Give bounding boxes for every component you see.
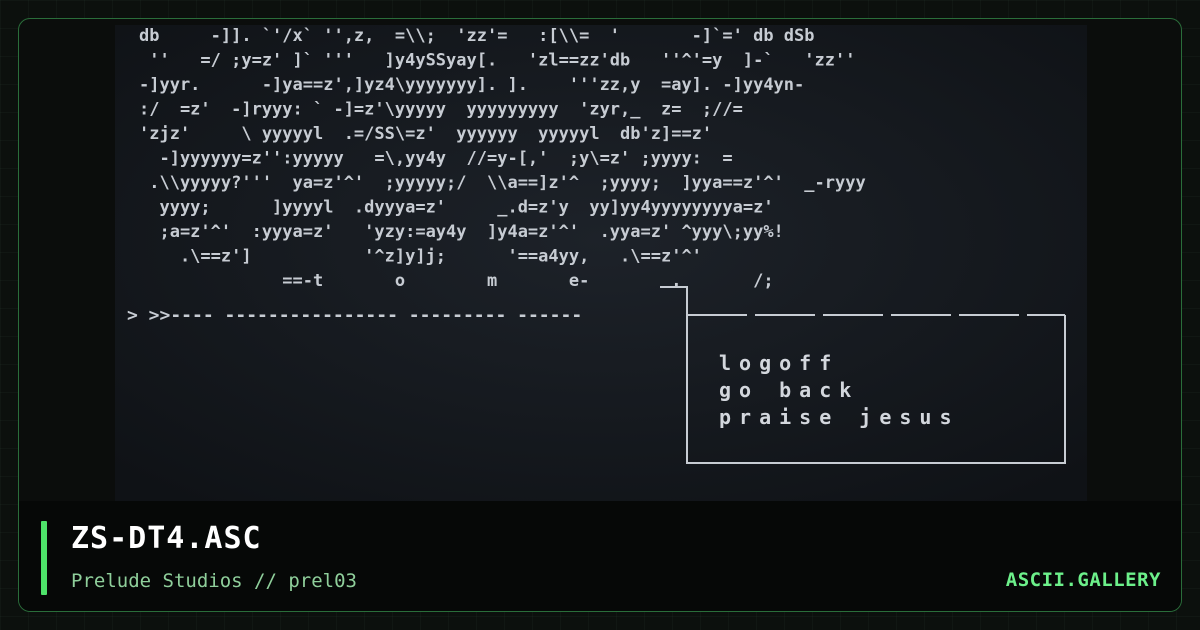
ascii-canvas: db -]]. `'/x` '',z, =\\; 'zz'= :[\\= ' -… [115, 25, 1087, 501]
prompt-line: > >>---- ---------------- --------- ----… [127, 305, 582, 326]
artwork-title: ZS-DT4.ASC [71, 521, 262, 556]
ascii-line: -]yyr. -]ya==z',]yz4\yyyyyyy]. ]. '''zz,… [139, 75, 804, 95]
accent-bar [41, 521, 47, 595]
ascii-line: db -]]. `'/x` '',z, =\\; 'zz'= :[\\= ' -… [139, 26, 815, 46]
ascii-line: yyyy; ]yyyyl .dyyya=z' _.d=z'y yy]yy4yyy… [139, 198, 774, 218]
ascii-line: 'zjz' \ yyyyyl .=/SS\=z' yyyyyy yyyyyl d… [139, 124, 712, 144]
ascii-line: '' =/ ;y=z' ]` ''' ]y4ySSyay[. 'zl==zz'd… [139, 51, 855, 71]
menu-item-logoff[interactable]: logoff [719, 351, 839, 375]
ascii-line: :/ =z' -]ryyy: ` -]=z'\yyyyy yyyyyyyyy '… [139, 100, 743, 120]
artwork-preview[interactable]: db -]]. `'/x` '',z, =\\; 'zz'= :[\\= ' -… [115, 25, 1087, 501]
artwork-author[interactable]: Prelude Studios // prel03 [71, 570, 357, 592]
ascii-line: ;a=z'^' :yyya=z' 'yzy:=ay4y ]y4a=z'^' .y… [139, 222, 784, 242]
ascii-line: .\\yyyyy?''' ya=z'^' ;yyyyy;/ \\a==]z'^ … [139, 173, 866, 193]
site-brand-link[interactable]: ASCII.GALLERY [1006, 569, 1161, 591]
ascii-line: -]yyyyyy=z'':yyyyy =\,yy4y //=y-[,' ;y\=… [139, 149, 733, 169]
menu-item-praise-jesus[interactable]: praise jesus [719, 405, 960, 429]
info-bar: ZS-DT4.ASC Prelude Studios // prel03 ASC… [19, 501, 1181, 611]
ascii-line: .\==z'] '^z]y]j; '==a4yy, .\==z'^' [139, 247, 702, 267]
menu-item-go-back[interactable]: go back [719, 378, 859, 402]
gallery-card: db -]]. `'/x` '',z, =\\; 'zz'= :[\\= ' -… [18, 18, 1182, 612]
